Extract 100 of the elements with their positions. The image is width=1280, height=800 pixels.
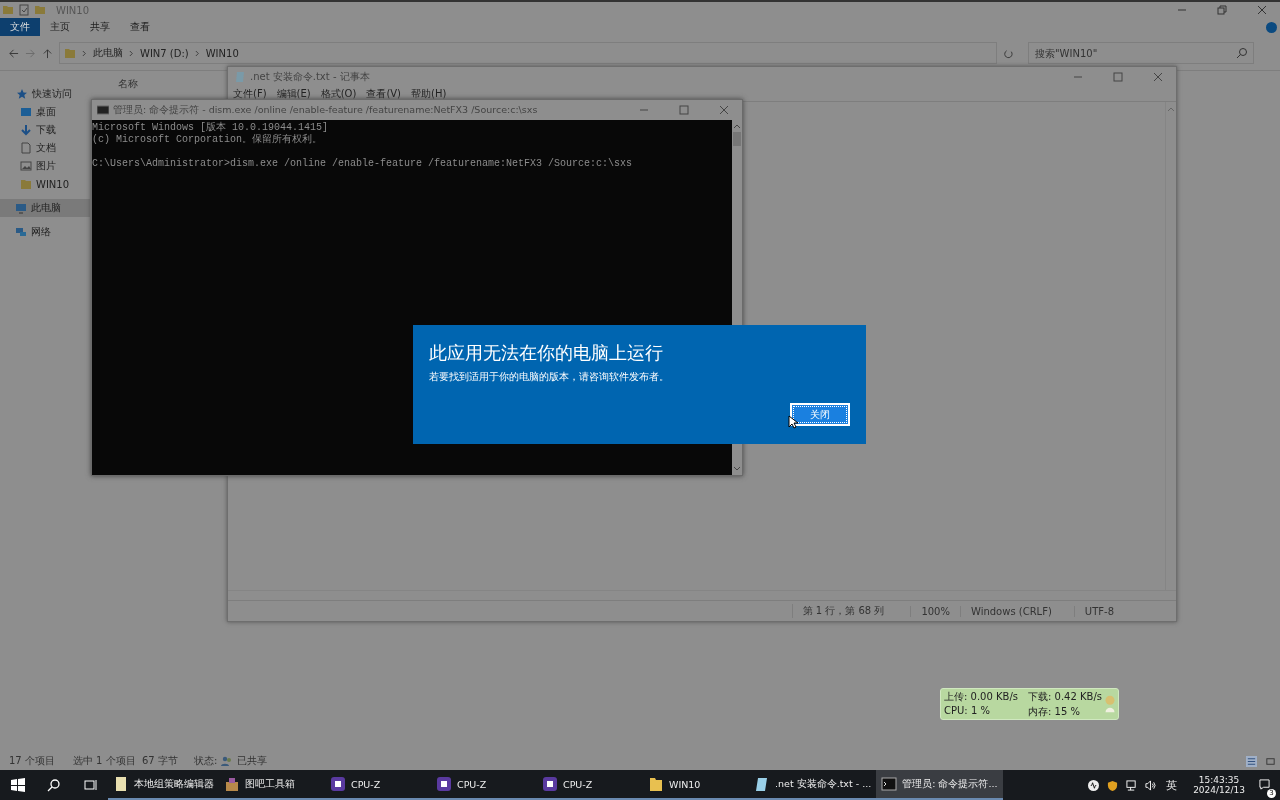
state-label: 状态: — [193, 754, 218, 768]
star-icon — [16, 88, 28, 100]
search-field[interactable]: 搜索"WIN10" — [1028, 42, 1254, 64]
column-header[interactable]: 名称 — [118, 78, 138, 89]
sidebar-item[interactable]: 下载 — [0, 121, 90, 139]
menu-item[interactable]: 帮助(H) — [411, 87, 447, 101]
share-state: 已共享 — [237, 754, 268, 768]
menu-item[interactable]: 格式(O) — [320, 87, 357, 101]
window-title: 管理员: 命令提示符 - dism.exe /online /enable-feature /featurename:NetFX3 /Source:c:\sxs — [113, 103, 538, 117]
console-line: C:\Users\Administrator>dism.exe /online /enable-feature /featurename:NetFX3 /Source:c:\sxs — [92, 158, 633, 169]
scroll-up-icon[interactable] — [1167, 106, 1175, 112]
maximize-icon[interactable] — [679, 105, 689, 115]
menu-item[interactable]: 查看(V) — [366, 87, 402, 101]
network-icon — [15, 226, 27, 238]
sidebar-item[interactable]: 文档 — [0, 139, 90, 157]
notepad-icon — [754, 776, 770, 792]
document-icon — [20, 142, 32, 154]
back-icon[interactable] — [8, 47, 19, 59]
scroll-down-icon[interactable] — [733, 466, 741, 472]
notepad-icon — [234, 71, 246, 83]
console-line: (c) Microsoft Corporation。保留所有权利。 — [92, 134, 323, 145]
properties-icon[interactable] — [18, 4, 30, 16]
chip-icon — [436, 776, 452, 792]
folder-icon — [64, 47, 76, 59]
status-item: 第 1 行，第 68 列 — [791, 604, 911, 618]
cursor-icon — [788, 415, 798, 429]
breadcrumb-item[interactable]: WIN7 (D:) — [140, 47, 189, 59]
shield-icon[interactable] — [1107, 779, 1119, 791]
download-icon — [20, 124, 32, 136]
search-icon[interactable] — [47, 778, 61, 792]
computer-icon — [15, 202, 27, 214]
close-icon[interactable] — [719, 105, 729, 115]
windows-start-icon[interactable] — [11, 778, 25, 792]
console-line: Microsoft Windows [版本 10.0.19044.1415] — [92, 122, 329, 133]
taskbar-button[interactable]: CPU-Z — [431, 770, 537, 800]
folder-icon — [20, 178, 32, 190]
status-item: 100% — [910, 605, 960, 617]
folder-icon — [648, 776, 664, 792]
menu-item[interactable]: 文件(F) — [233, 87, 267, 101]
status-item: Windows (CRLF) — [959, 605, 1074, 617]
sidebar-item[interactable]: 网络 — [0, 223, 90, 241]
menu-item[interactable]: 编辑(E) — [276, 87, 311, 101]
chevron-icon — [82, 49, 87, 57]
chevron-icon — [194, 49, 200, 57]
close-button[interactable]: 关闭 — [790, 403, 850, 426]
sidebar-item[interactable]: 图片 — [0, 157, 90, 175]
date: 2024/12/13 — [1193, 785, 1245, 795]
taskbar-button[interactable]: 图吧工具箱 — [219, 770, 325, 800]
taskbar-button[interactable]: 本地组策略编辑器 — [108, 770, 219, 800]
network-icon[interactable] — [1126, 779, 1138, 791]
scroll-icon — [113, 776, 129, 792]
terminal-icon — [881, 776, 898, 792]
people-icon — [221, 755, 234, 767]
ribbon-tab[interactable]: 查看 — [120, 18, 160, 36]
task-view-icon[interactable] — [83, 778, 97, 792]
close-icon[interactable] — [1153, 72, 1163, 82]
taskbar-button[interactable]: 管理员: 命令提示符... — [876, 770, 1003, 800]
details-view-icon[interactable] — [1246, 755, 1257, 767]
forward-icon[interactable] — [25, 47, 36, 59]
taskbar-button[interactable]: CPU-Z — [537, 770, 643, 800]
cpu-usage: CPU: 1 % — [944, 704, 991, 718]
image-icon — [20, 160, 32, 172]
box-icon — [224, 776, 240, 792]
taskbar-button[interactable]: WIN10 — [643, 770, 749, 800]
breadcrumb-item[interactable]: WIN10 — [205, 47, 239, 59]
audio-wave-icon[interactable] — [1088, 779, 1100, 791]
taskbar-button[interactable]: CPU-Z — [325, 770, 431, 800]
sidebar-item[interactable]: 快速访问 — [0, 85, 90, 103]
breadcrumb-item[interactable]: 此电脑 — [93, 46, 123, 60]
item-count: 17 个项目 — [9, 754, 55, 768]
close-icon[interactable] — [1257, 5, 1267, 15]
scroll-up-icon[interactable] — [733, 123, 741, 129]
memory-usage: 内存: 15 % — [1028, 704, 1081, 719]
notification-icon[interactable] — [1259, 778, 1270, 790]
refresh-icon[interactable] — [1003, 47, 1014, 59]
ribbon-tab[interactable]: 共享 — [80, 18, 120, 36]
thumbnail-view-icon[interactable] — [1265, 755, 1276, 767]
input-method[interactable]: 英 — [1166, 777, 1178, 793]
sidebar-item[interactable]: 桌面 — [0, 103, 90, 121]
window-title: WIN10 — [56, 4, 90, 16]
up-icon[interactable] — [42, 47, 53, 59]
maximize-icon[interactable] — [1113, 72, 1123, 82]
restore-icon[interactable] — [1217, 5, 1227, 15]
chevron-icon — [129, 49, 134, 57]
status-item: UTF-8 — [1073, 605, 1148, 617]
chip-icon — [330, 776, 346, 792]
ribbon-tab[interactable]: 主页 — [40, 18, 80, 36]
volume-icon[interactable] — [1145, 779, 1157, 791]
sidebar-item[interactable]: WIN10 — [0, 175, 90, 193]
address-bar[interactable]: 此电脑 WIN7 (D:) WIN10 — [59, 42, 997, 64]
scrollbar-thumb[interactable] — [733, 132, 741, 146]
time: 15:43:35 — [1198, 775, 1240, 785]
chip-icon — [542, 776, 558, 792]
download-rate: 下载: 0.42 KB/s — [1028, 689, 1103, 704]
upload-rate: 上传: 0.00 KB/s — [944, 689, 1019, 704]
sidebar-item[interactable]: 此电脑 — [0, 199, 90, 217]
selection-info: 选中 1 个项目 67 字节 — [72, 754, 178, 768]
terminal-icon — [97, 104, 109, 116]
ribbon-tab[interactable]: 文件 — [0, 18, 40, 36]
clock[interactable]: 15:43:35 2024/12/13 — [1193, 775, 1245, 795]
